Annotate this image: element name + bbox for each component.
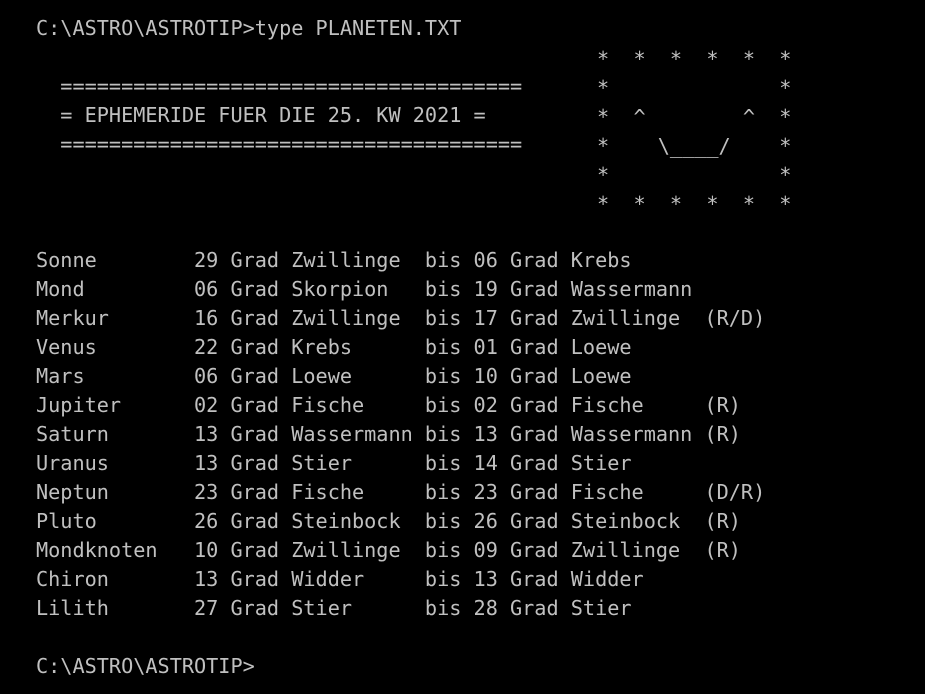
terminal-screen[interactable]: C:\ASTRO\ASTROTIP>type PLANETEN.TXT ====… (0, 0, 925, 694)
ascii-smiley-art: * * * * * * * * * ^ ^ * * \____/ * * * *… (597, 47, 792, 216)
